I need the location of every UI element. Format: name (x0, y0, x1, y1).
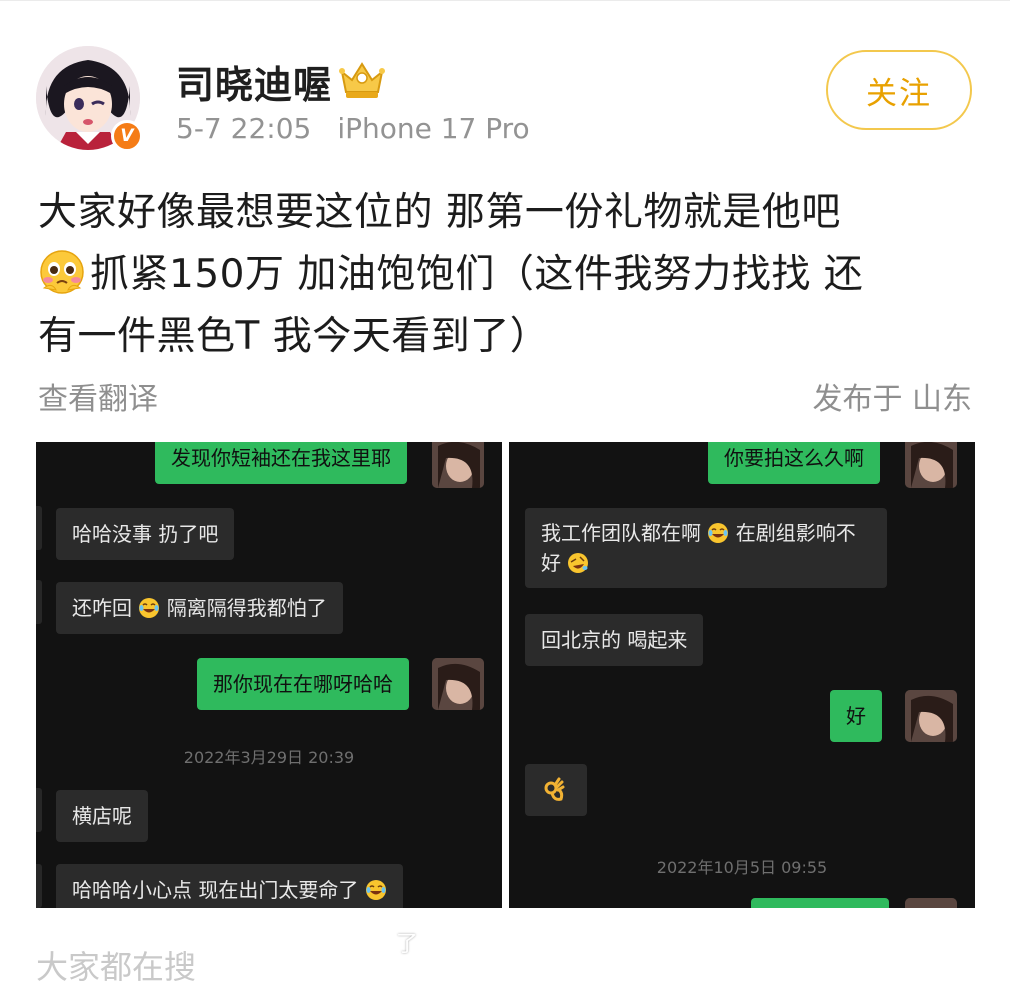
username[interactable]: 司晓迪喔 (176, 54, 332, 109)
top-divider (0, 0, 1010, 1)
chat-message-text: 我工作团队都在啊 (541, 521, 701, 545)
chat-message-incoming: 哈哈哈小心点 现在出门太要命了 (56, 864, 403, 908)
chat-message-incoming: 我工作团队都在啊 在剧组影响不 好 (525, 508, 887, 588)
chat-message-text: 隔离隔得我都怕了 (166, 596, 327, 620)
chat-avatar (432, 658, 484, 710)
laughing-tears-emoji-icon (708, 523, 729, 543)
post-time: 5-7 22:05 (176, 112, 312, 145)
post-location: 发布于 山东 (812, 382, 972, 417)
post-meta: 5-7 22:05 iPhone 17 Pro (176, 112, 530, 145)
chat-timestamp: 2022年3月29日 20:39 (183, 748, 355, 767)
rolling-laughing-emoji-icon (568, 553, 589, 573)
chat-avatar (905, 690, 957, 742)
chat-message-text: 好 (541, 551, 561, 575)
chat-message-incoming (525, 764, 587, 816)
pleading-emoji-icon (40, 250, 84, 294)
chat-avatar-edge (36, 788, 42, 832)
chat-screenshot-left[interactable]: 发现你短袖还在我这里耶 哈哈没事 扔了吧 还咋回 隔离隔得我都怕了 那你现在在哪… (36, 442, 502, 908)
chat-avatar (432, 442, 484, 488)
post-line-2-text: 抓紧150万 加油饱饱们（这件我努力找找 还 (90, 252, 864, 297)
chat-message-outgoing (751, 898, 889, 908)
verified-badge: V (111, 120, 143, 152)
post-text: 大家好像最想要这位的 那第一份礼物就是他吧 抓紧150万 加油饱饱们（这件我努力… (38, 182, 978, 368)
chat-avatar-edge (36, 506, 42, 550)
post-line-2: 抓紧150万 加油饱饱们（这件我努力找找 还 (38, 244, 978, 306)
chat-message-text: 哈哈哈小心点 现在出门太要命了 (72, 878, 359, 902)
ok-hand-emoji-icon (544, 777, 565, 801)
follow-button[interactable]: 关注 (826, 50, 972, 130)
watermark: 了 (396, 932, 419, 957)
chat-message-incoming: 哈哈没事 扔了吧 (56, 508, 235, 560)
chat-message-outgoing: 发现你短袖还在我这里耶 (155, 442, 407, 484)
chat-message-outgoing: 好 (830, 690, 882, 742)
chat-message-incoming: 还咋回 隔离隔得我都怕了 (56, 582, 343, 634)
chat-message-incoming: 回北京的 喝起来 (525, 614, 704, 666)
chat-avatar (905, 898, 957, 908)
chat-screenshot-right[interactable]: 你要拍这么久啊 我工作团队都在啊 在剧组影响不 好 回北京的 喝起来 好 202… (509, 442, 975, 908)
chat-avatar (905, 442, 957, 488)
laughing-tears-emoji-icon (365, 880, 386, 900)
chat-message-incoming: 横店呢 (56, 790, 148, 842)
chat-message-text: 还咋回 (72, 596, 132, 620)
post-line-1: 大家好像最想要这位的 那第一份礼物就是他吧 (38, 190, 841, 235)
chat-timestamp: 2022年10月5日 09:55 (656, 858, 828, 877)
laughing-tears-emoji-icon (139, 598, 160, 618)
chat-message-outgoing: 你要拍这么久啊 (708, 442, 880, 484)
chat-avatar-edge (36, 864, 42, 908)
translate-link[interactable]: 查看翻译 (38, 374, 158, 418)
post-device: iPhone 17 Pro (337, 112, 530, 145)
crown-badge-icon (339, 62, 385, 98)
chat-message-text: 在剧组影响不 (735, 521, 856, 545)
chat-avatar-edge (36, 580, 42, 624)
trending-label[interactable]: 大家都在搜 (36, 942, 196, 988)
chat-message-outgoing: 那你现在在哪呀哈哈 (197, 658, 409, 710)
post-line-3: 有一件黑色T 我今天看到了） (38, 314, 550, 359)
